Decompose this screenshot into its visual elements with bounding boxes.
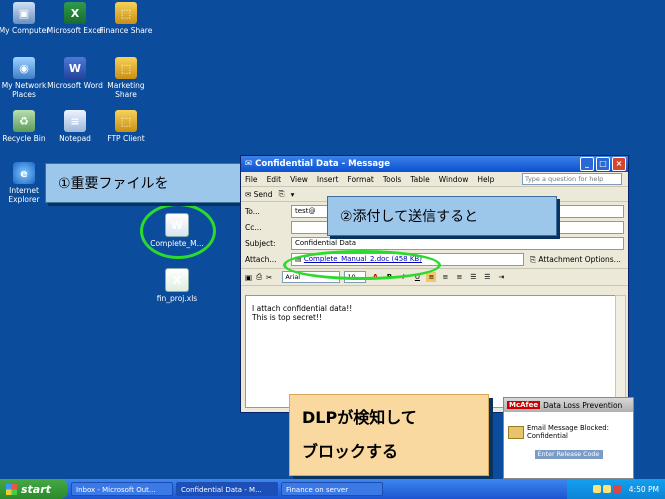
desktop: ▣ My Computer ◉ My Network Places ♻ Recy… [0, 0, 665, 479]
bullet-list-icon[interactable]: ☰ [482, 272, 492, 282]
callout-step2-text: ②添付して送信すると [340, 209, 479, 225]
mcafee-dlp-popup: McAfee Data Loss Prevention Email Messag… [503, 397, 634, 479]
window-titlebar[interactable]: ✉ Confidential Data - Message _ □ × [241, 156, 628, 172]
taskbar-item-finance-on-server[interactable]: Finance on server [281, 482, 383, 496]
body-line: This is top secret!! [252, 313, 322, 322]
mcafee-header: McAfee Data Loss Prevention [504, 398, 633, 412]
menu-help[interactable]: Help [477, 175, 494, 184]
window-title: Confidential Data - Message [255, 159, 391, 169]
recycle-bin-icon: ♻ [13, 110, 35, 132]
desktop-icon-label: fin_proj.xls [156, 294, 198, 303]
email-compose-window[interactable]: ✉ Confidential Data - Message _ □ × File… [240, 155, 629, 413]
clock: 4:50 PM [628, 484, 659, 494]
menu-view[interactable]: View [290, 175, 308, 184]
mcafee-title: Data Loss Prevention [543, 400, 623, 410]
taskbar-item-inbox[interactable]: Inbox - Microsoft Out... [71, 482, 173, 496]
mcafee-logo: McAfee [507, 401, 541, 409]
folder-share-icon: ⬚ [115, 2, 137, 24]
callout-step3-line2: ブロックする [302, 442, 399, 461]
send-label: Send [253, 189, 273, 199]
cc-button[interactable]: Cc... [245, 223, 291, 232]
menu-edit[interactable]: Edit [267, 175, 282, 184]
excel-icon: X [64, 2, 86, 24]
maximize-button[interactable]: □ [596, 157, 610, 171]
attach-file-icon[interactable]: ⎘ [279, 189, 285, 199]
system-tray: 4:50 PM [567, 479, 665, 499]
help-search-input[interactable]: Type a question for help [522, 173, 622, 185]
callout-step1-text: ①重要ファイルを [58, 176, 169, 192]
toolbar-options-icon[interactable]: ▾ [291, 190, 295, 199]
highlight-ring-attachment [283, 250, 441, 280]
envelope-icon: ✉ [245, 159, 253, 169]
attachment-options-button[interactable]: ⎘ Attachment Options... [530, 255, 621, 265]
internet-explorer-icon: e [13, 162, 35, 184]
mcafee-tray-icon[interactable] [612, 485, 621, 493]
menu-bar: File Edit View Insert Format Tools Table… [241, 172, 628, 187]
send-button[interactable]: ✉ Send [245, 190, 273, 199]
ftp-client-icon: ⬚ [115, 110, 137, 132]
start-label: start [21, 482, 51, 496]
desktop-icon-label: Finance Share [99, 26, 153, 35]
menu-format[interactable]: Format [347, 175, 373, 184]
blocked-envelope-icon [508, 425, 524, 439]
highlight-ring-file [140, 203, 216, 259]
callout-step2: ②添付して送信すると [327, 196, 557, 236]
menu-window[interactable]: Window [439, 175, 469, 184]
start-button[interactable]: start [0, 479, 68, 499]
tray-icon[interactable] [592, 485, 601, 493]
body-scrollbar[interactable] [615, 295, 626, 408]
my-computer-icon: ▣ [13, 2, 35, 24]
subject-label: Subject: [245, 239, 276, 248]
message-body[interactable]: I attach confidential data!! This is top… [245, 295, 616, 408]
folder-share-icon: ⬚ [115, 57, 137, 79]
menu-tools[interactable]: Tools [383, 175, 401, 184]
align-center-icon[interactable]: ≡ [440, 272, 450, 282]
numbered-list-icon[interactable]: ☰ [468, 272, 478, 282]
callout-step3-line1: DLPが検知して [302, 408, 417, 427]
cut-icon[interactable]: ✂ [266, 273, 272, 282]
desktop-icon-label: FTP Client [107, 134, 145, 143]
callout-step1: ①重要ファイルを [45, 163, 244, 203]
desktop-icon-fin-proj[interactable]: X fin_proj.xls [147, 268, 207, 303]
mcafee-message: Email Message Blocked: Confidential [527, 424, 609, 440]
body-line: I attach confidential data!! [252, 304, 353, 313]
close-button[interactable]: × [612, 157, 626, 171]
mcafee-message-row: Email Message Blocked: Confidential [504, 412, 633, 440]
menu-insert[interactable]: Insert [317, 175, 339, 184]
callout-step3: DLPが検知して ブロックする [289, 394, 489, 476]
taskbar: start Inbox - Microsoft Out... Confident… [0, 479, 665, 499]
notepad-icon: ≡ [64, 110, 86, 132]
menu-file[interactable]: File [245, 175, 258, 184]
windows-logo-icon [6, 483, 17, 495]
desktop-icon-marketing-share[interactable]: ⬚ Marketing Share [96, 57, 156, 99]
indent-icon[interactable]: ⇥ [496, 272, 506, 282]
save-icon[interactable]: ▣ [245, 273, 252, 282]
minimize-button[interactable]: _ [580, 157, 594, 171]
tray-icon[interactable] [602, 485, 611, 493]
subject-field[interactable]: Confidential Data [291, 237, 624, 250]
align-left-icon[interactable]: ≡ [426, 272, 437, 282]
desktop-icon-label: Marketing Share [107, 81, 145, 99]
taskbar-item-confidential-data[interactable]: Confidential Data - M... [176, 482, 278, 496]
attachment-options-label: Attachment Options... [538, 254, 621, 264]
excel-file-icon: X [165, 268, 189, 292]
to-button[interactable]: To... [245, 207, 291, 216]
enter-release-code-button[interactable]: Enter Release Code [534, 450, 603, 459]
menu-table[interactable]: Table [410, 175, 429, 184]
desktop-icon-ftp-client[interactable]: ⬚ FTP Client [96, 110, 156, 143]
desktop-icon-finance-share[interactable]: ⬚ Finance Share [96, 2, 156, 35]
word-icon: W [64, 57, 86, 79]
network-icon: ◉ [13, 57, 35, 79]
print-icon[interactable]: ⎙ [256, 272, 262, 282]
align-right-icon[interactable]: ≡ [454, 272, 464, 282]
